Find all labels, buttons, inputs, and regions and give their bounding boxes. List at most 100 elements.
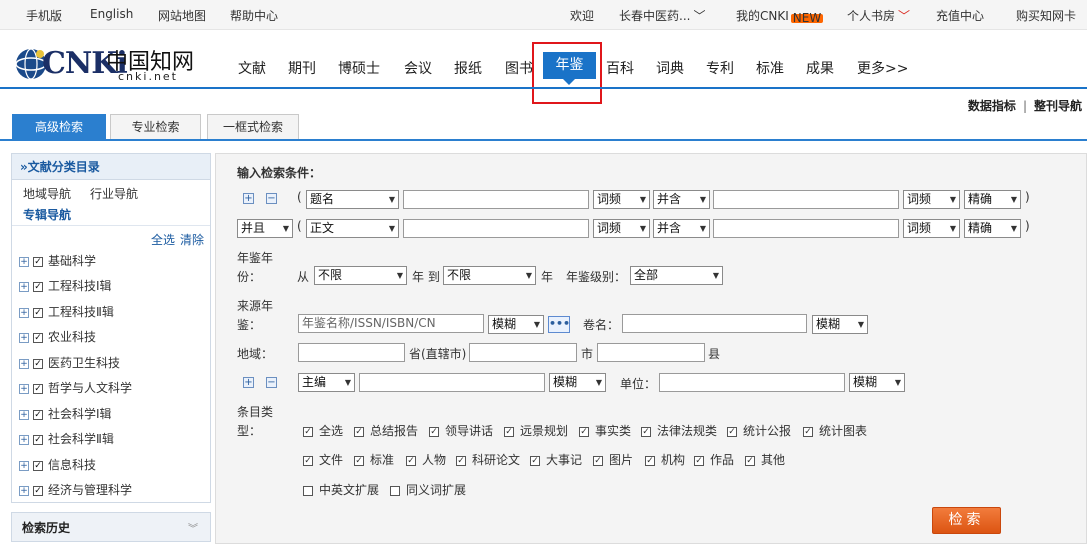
entry-checkbox[interactable]: ✓ 远景规划 [504, 422, 568, 439]
editor-field-select[interactable]: 主编 [298, 373, 355, 392]
entry-checkbox[interactable]: ✓ 全选 [303, 422, 343, 439]
double-chevron-down-icon[interactable]: ︾ [188, 520, 198, 535]
category-item[interactable]: + ✓ 农业科技 [19, 328, 96, 346]
volume-match-select[interactable]: 模糊 [812, 315, 868, 334]
mobile-link[interactable]: 手机版 [26, 7, 62, 24]
checkbox-icon[interactable] [303, 485, 313, 496]
category-item[interactable]: + ✓ 经济与管理科学 [19, 481, 132, 499]
logic-select-2[interactable]: 并含 [653, 219, 710, 238]
checkbox-icon[interactable]: ✓ [354, 455, 364, 466]
year-to-select[interactable]: 不限 [443, 266, 536, 285]
nav-baozhi[interactable]: 报纸 [454, 58, 482, 78]
checkbox-icon[interactable]: ✓ [727, 426, 737, 437]
user-menu[interactable]: 长春中医药... ﹀ [619, 7, 705, 24]
search-button[interactable]: 检索 [932, 507, 1001, 534]
entry-checkbox[interactable]: ✓ 标准 [354, 451, 394, 468]
checkbox-icon[interactable]: ✓ [504, 426, 514, 437]
more-options-icon[interactable]: ••• [548, 316, 570, 333]
level-select[interactable]: 全部 [630, 266, 723, 285]
entry-checkbox[interactable]: ✓ 科研论文 [456, 451, 520, 468]
remove-row-icon[interactable]: − [266, 193, 277, 204]
checkbox-icon[interactable]: ✓ [745, 455, 755, 466]
english-link[interactable]: English [90, 7, 133, 21]
freq-select-1a[interactable]: 词频 [593, 190, 650, 209]
clear-link[interactable]: 清除 [180, 231, 204, 248]
entry-checkbox[interactable]: ✓ 总结报告 [354, 422, 418, 439]
entry-checkbox[interactable]: ✓ 统计图表 [803, 422, 867, 439]
checkbox-icon[interactable]: ✓ [579, 426, 589, 437]
category-checkbox[interactable]: ✓ [33, 460, 43, 471]
tab-advanced-search[interactable]: 高级检索 [12, 114, 106, 140]
add-row-icon[interactable]: + [243, 193, 254, 204]
city-input[interactable] [469, 343, 577, 362]
checkbox-icon[interactable]: ✓ [303, 455, 313, 466]
entry-checkbox[interactable]: ✓ 图片 [593, 451, 633, 468]
category-checkbox[interactable]: ✓ [33, 281, 43, 292]
category-checkbox[interactable]: ✓ [33, 358, 43, 369]
checkbox-icon[interactable]: ✓ [530, 455, 540, 466]
category-checkbox[interactable]: ✓ [33, 485, 43, 496]
category-checkbox[interactable]: ✓ [33, 256, 43, 267]
expand-icon[interactable]: + [19, 434, 29, 445]
expand-icon[interactable]: + [19, 409, 29, 420]
category-item[interactable]: + ✓ 基础科学 [19, 252, 96, 270]
sidebar-industry-nav[interactable]: 行业导航 [90, 185, 138, 202]
entry-checkbox[interactable]: ✓ 法律法规类 [641, 422, 717, 439]
category-checkbox[interactable]: ✓ [33, 383, 43, 394]
category-checkbox[interactable]: ✓ [33, 332, 43, 343]
nav-chengguo[interactable]: 成果 [806, 58, 834, 78]
tab-single-box-search[interactable]: 一框式检索 [207, 114, 299, 140]
freq-select-2a[interactable]: 词频 [593, 219, 650, 238]
category-item[interactable]: + ✓ 哲学与人文科学 [19, 379, 132, 397]
editor-match-select[interactable]: 模糊 [549, 373, 606, 392]
match-select-2[interactable]: 精确 [964, 219, 1021, 238]
source-input[interactable]: 年鉴名称/ISSN/ISBN/CN [298, 314, 484, 333]
sidebar-collection-nav[interactable]: 专辑导航 [23, 206, 71, 223]
entry-checkbox[interactable]: ✓ 统计公报 [727, 422, 791, 439]
nav-zhuanli[interactable]: 专利 [706, 58, 734, 78]
editor-input[interactable] [359, 373, 545, 392]
category-item[interactable]: + ✓ 社会科学Ⅱ辑 [19, 430, 114, 448]
freq-select-1b[interactable]: 词频 [903, 190, 960, 209]
expand-icon[interactable]: + [19, 256, 29, 267]
checkbox-icon[interactable]: ✓ [694, 455, 704, 466]
bookroom-menu[interactable]: 个人书房 ﹀ [847, 7, 910, 24]
checkbox-icon[interactable]: ✓ [593, 455, 603, 466]
nav-wenxian[interactable]: 文献 [238, 58, 266, 78]
add-row-icon[interactable]: + [243, 377, 254, 388]
entry-checkbox[interactable]: ✓ 领导讲话 [429, 422, 493, 439]
cn-en-expand-checkbox[interactable]: 中英文扩展 [303, 481, 379, 498]
mycnki-link[interactable]: 我的CNKI NEW [736, 7, 824, 24]
remove-row-icon[interactable]: − [266, 377, 277, 388]
category-item[interactable]: + ✓ 信息科技 [19, 456, 96, 474]
checkbox-icon[interactable]: ✓ [645, 455, 655, 466]
keyword-input-2b[interactable] [713, 219, 899, 238]
category-checkbox[interactable]: ✓ [33, 307, 43, 318]
nav-qikan[interactable]: 期刊 [288, 58, 316, 78]
logic-select-1[interactable]: 并含 [653, 190, 710, 209]
nav-cidian[interactable]: 词典 [656, 58, 684, 78]
year-from-select[interactable]: 不限 [314, 266, 407, 285]
freq-select-2b[interactable]: 词频 [903, 219, 960, 238]
entry-checkbox[interactable]: ✓ 机构 [645, 451, 685, 468]
checkbox-icon[interactable]: ✓ [641, 426, 651, 437]
sidebar-region-nav[interactable]: 地域导航 [23, 185, 71, 202]
unit-match-select[interactable]: 模糊 [849, 373, 905, 392]
source-match-select[interactable]: 模糊 [488, 315, 544, 334]
checkbox-icon[interactable] [390, 485, 400, 496]
county-input[interactable] [597, 343, 705, 362]
bool-select-2[interactable]: 并且 [237, 219, 293, 238]
field-select-2[interactable]: 正文 [306, 219, 399, 238]
buycard-link[interactable]: 购买知网卡 [1016, 7, 1076, 24]
unit-input[interactable] [659, 373, 845, 392]
keyword-input-1b[interactable] [713, 190, 899, 209]
expand-icon[interactable]: + [19, 383, 29, 394]
checkbox-icon[interactable]: ✓ [803, 426, 813, 437]
entry-checkbox[interactable]: ✓ 作品 [694, 451, 734, 468]
data-index-link[interactable]: 数据指标 [968, 99, 1016, 113]
checkbox-icon[interactable]: ✓ [406, 455, 416, 466]
nav-tushu[interactable]: 图书 [505, 58, 533, 78]
category-item[interactable]: + ✓ 工程科技Ⅱ辑 [19, 303, 114, 321]
checkbox-icon[interactable]: ✓ [354, 426, 364, 437]
recharge-link[interactable]: 充值中心 [936, 7, 984, 24]
